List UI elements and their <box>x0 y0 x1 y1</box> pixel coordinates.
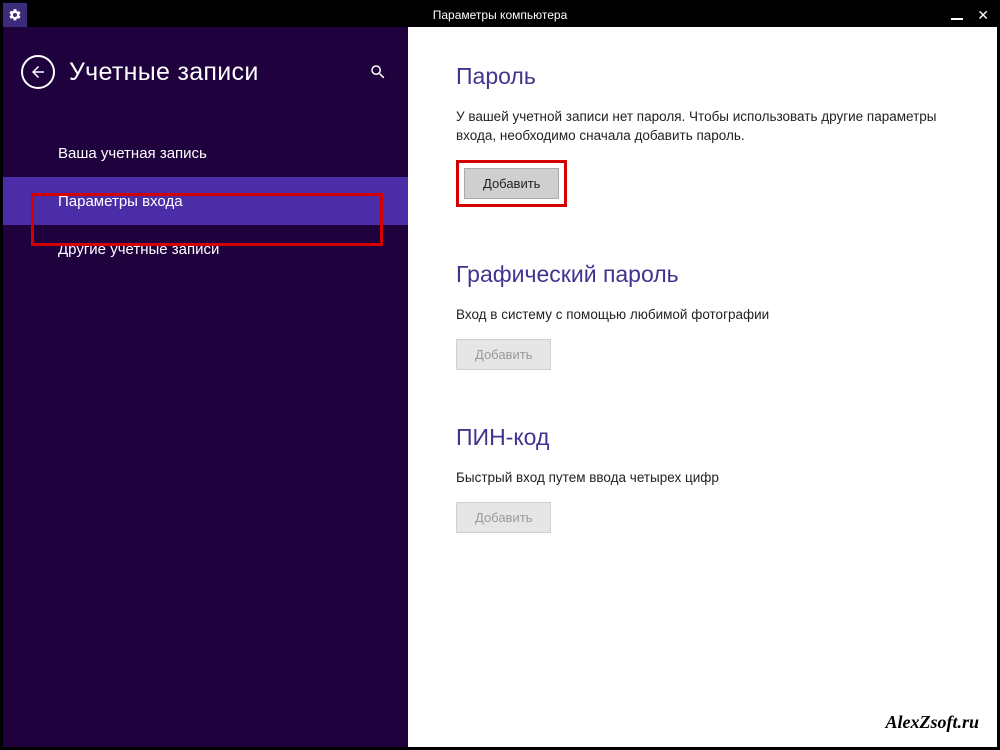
sidebar-item-your-account[interactable]: Ваша учетная запись <box>3 129 408 177</box>
section-heading: ПИН-код <box>456 424 967 451</box>
back-button[interactable] <box>21 55 55 89</box>
section-password: Пароль У вашей учетной записи нет пароля… <box>456 63 967 207</box>
window-title: Параметры компьютера <box>433 8 567 22</box>
section-description: Вход в систему с помощью любимой фотогра… <box>456 306 967 325</box>
section-heading: Пароль <box>456 63 967 90</box>
sidebar-item-label: Ваша учетная запись <box>58 145 207 162</box>
section-heading: Графический пароль <box>456 261 967 288</box>
close-icon[interactable]: ✕ <box>977 8 989 22</box>
add-password-button[interactable]: Добавить <box>464 168 559 199</box>
page-title: Учетные записи <box>69 58 366 87</box>
section-pin: ПИН-код Быстрый вход путем ввода четырех… <box>456 424 967 533</box>
search-icon[interactable] <box>366 60 390 84</box>
sidebar: Учетные записи Ваша учетная запись Парам… <box>3 27 408 747</box>
sidebar-item-label: Параметры входа <box>58 193 183 210</box>
main-panel: Пароль У вашей учетной записи нет пароля… <box>408 27 997 747</box>
add-pin-button[interactable]: Добавить <box>456 502 551 533</box>
watermark: AlexZsoft.ru <box>885 712 979 733</box>
gear-icon <box>3 3 27 27</box>
section-picture-password: Графический пароль Вход в систему с помо… <box>456 261 967 370</box>
window-titlebar: Параметры компьютера ✕ <box>3 3 997 27</box>
sidebar-item-signin-options[interactable]: Параметры входа <box>3 177 408 225</box>
minimize-icon[interactable] <box>951 18 963 20</box>
section-description: У вашей учетной записи нет пароля. Чтобы… <box>456 108 967 146</box>
highlight-box-button: Добавить <box>456 160 567 207</box>
add-picture-password-button[interactable]: Добавить <box>456 339 551 370</box>
sidebar-item-label: Другие учетные записи <box>58 241 219 258</box>
section-description: Быстрый вход путем ввода четырех цифр <box>456 469 967 488</box>
sidebar-item-other-accounts[interactable]: Другие учетные записи <box>3 225 408 273</box>
